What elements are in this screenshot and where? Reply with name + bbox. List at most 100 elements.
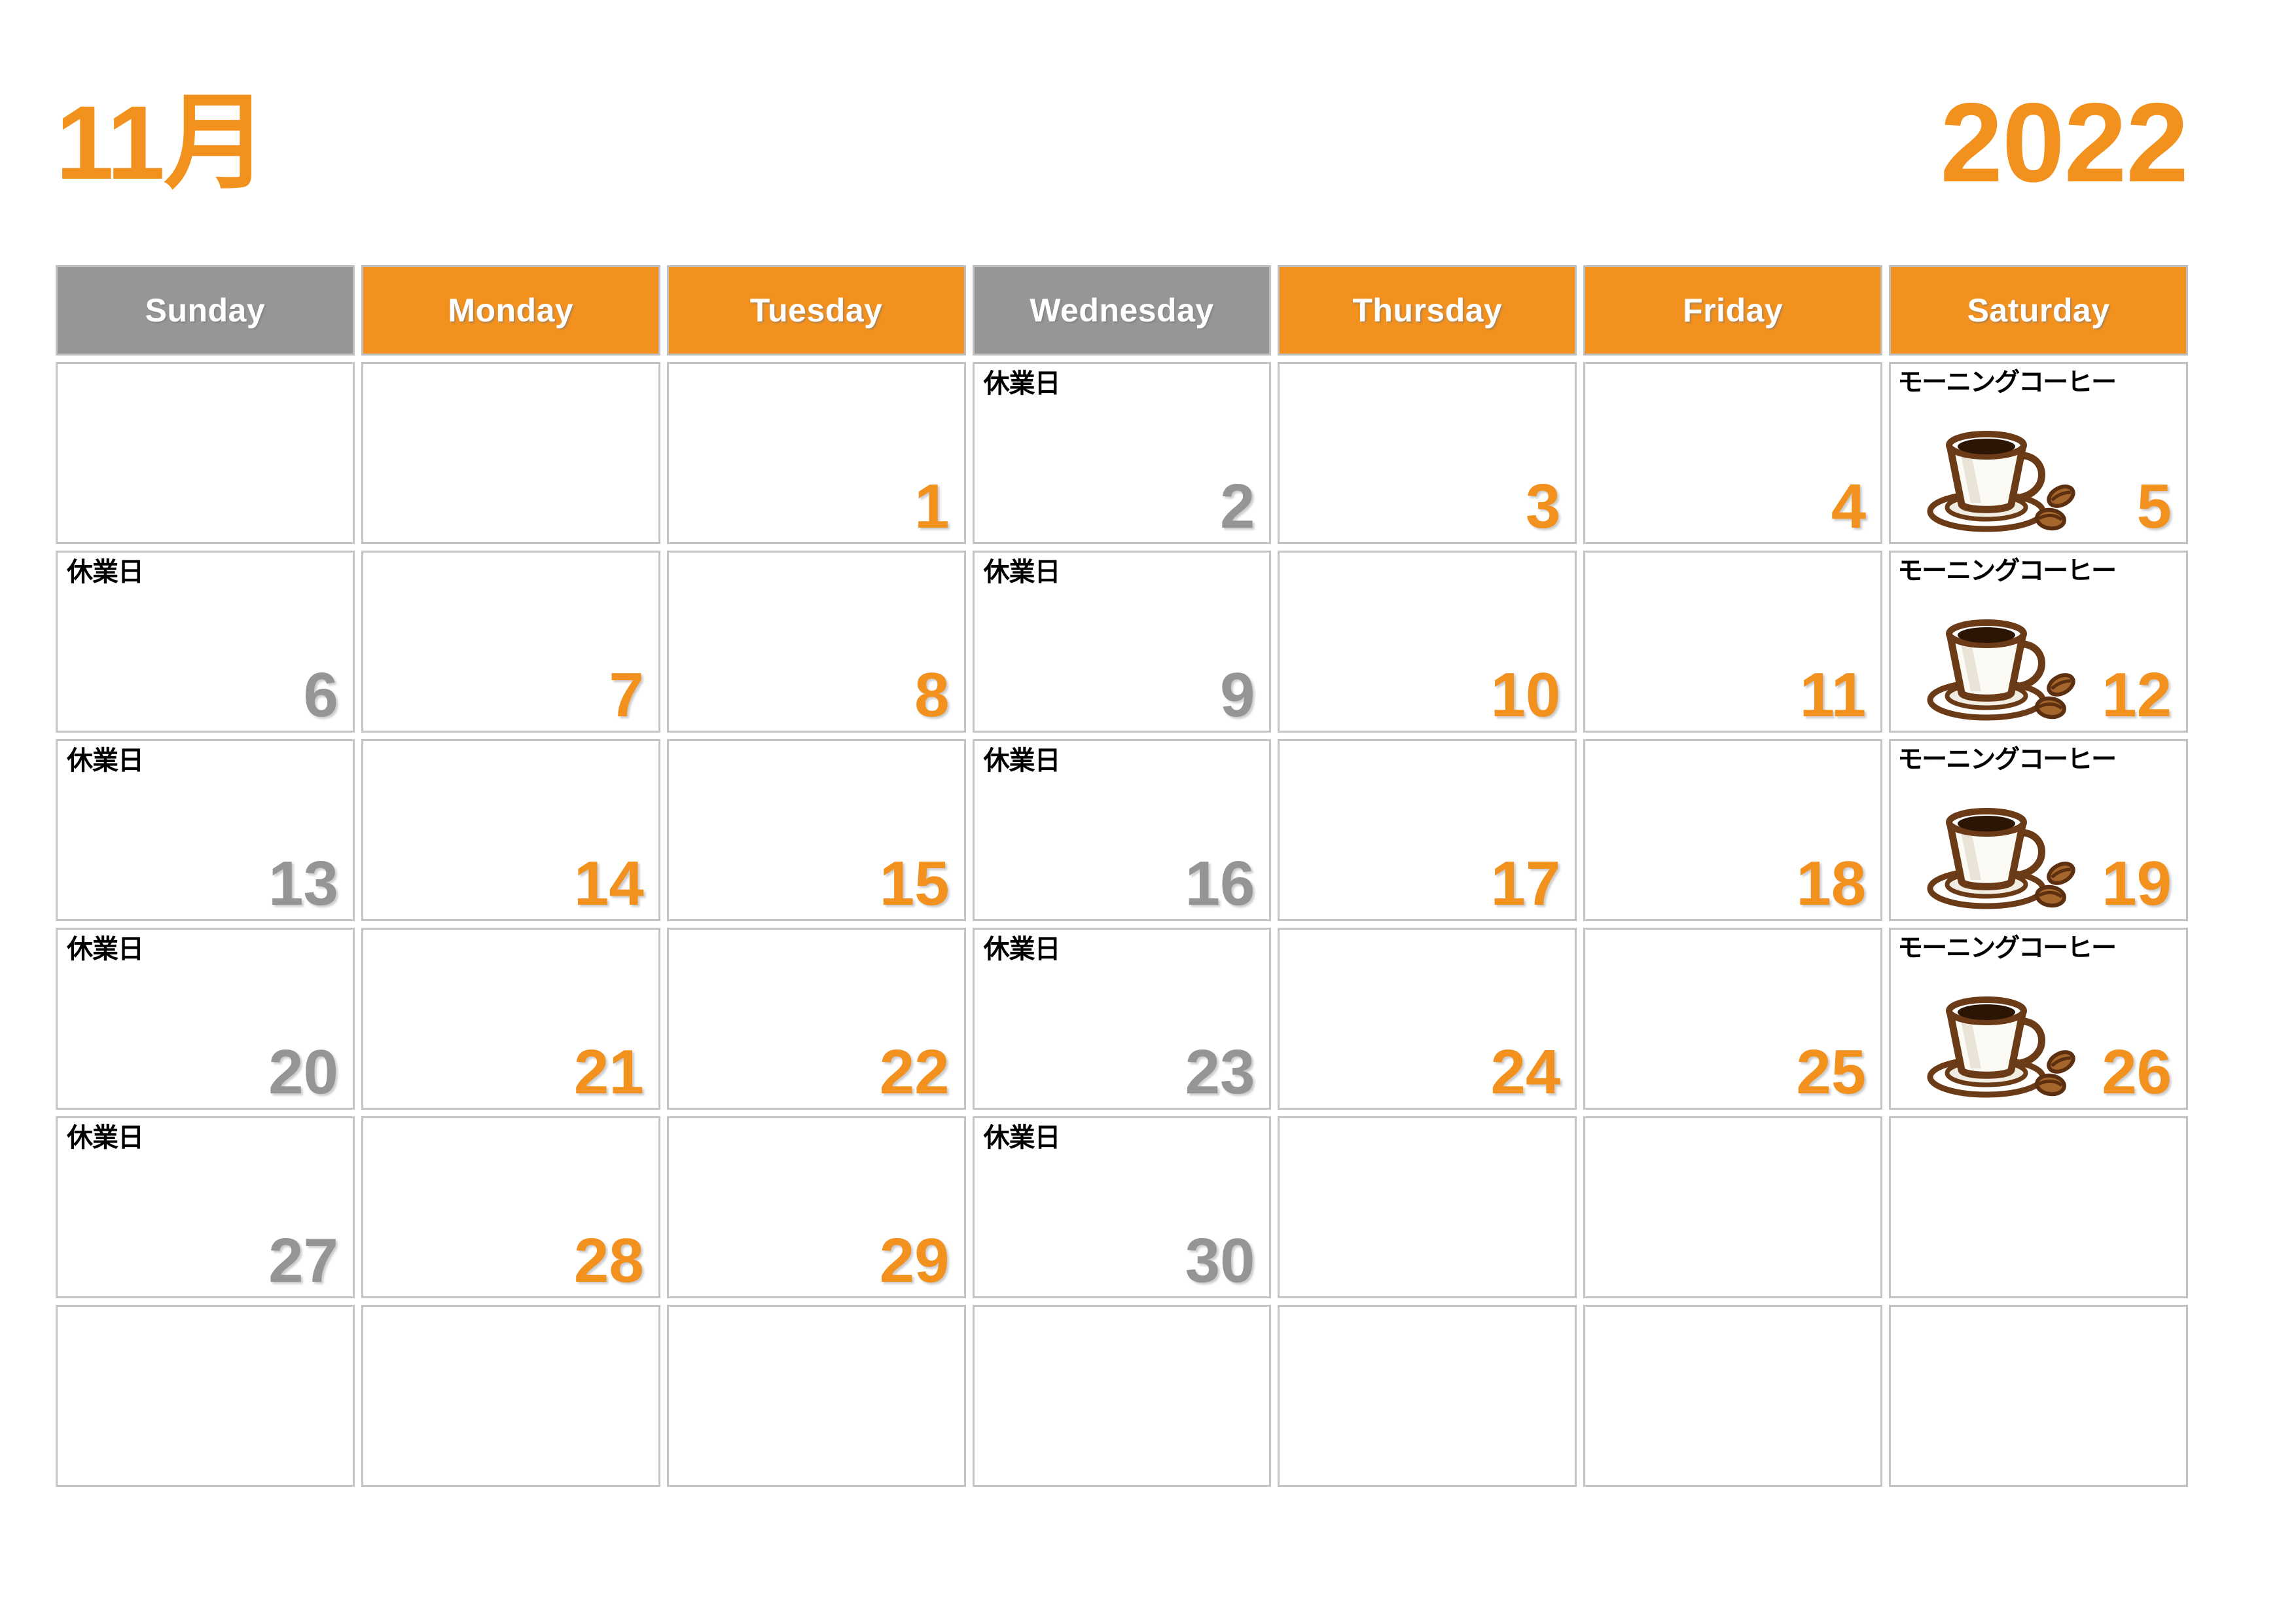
day-number: 21 xyxy=(573,1037,644,1107)
day-cell-7[interactable]: 7 xyxy=(361,551,660,733)
day-number: 23 xyxy=(1185,1037,1255,1107)
event-note-closed: 休業日 xyxy=(983,369,1061,398)
weekday-header-monday: Monday xyxy=(361,265,660,356)
day-cell-11[interactable]: 11 xyxy=(1583,551,1883,733)
day-cell-27[interactable]: 休業日 27 xyxy=(56,1116,355,1298)
day-cell-6[interactable]: 休業日 6 xyxy=(56,551,355,733)
day-number: 22 xyxy=(879,1037,950,1107)
event-note-closed: 休業日 xyxy=(67,1123,144,1152)
day-cell-empty[interactable] xyxy=(1583,1116,1883,1298)
day-number: 10 xyxy=(1490,660,1561,730)
day-number: 20 xyxy=(268,1037,338,1107)
event-note-morning-coffee: モーニングコーヒー xyxy=(1897,934,2117,962)
day-cell-empty[interactable] xyxy=(1278,1116,1577,1298)
day-cell-26[interactable]: モーニングコーヒー 26 xyxy=(1889,928,2188,1110)
day-number: 9 xyxy=(1220,660,1255,730)
weekday-header-friday: Friday xyxy=(1583,265,1883,356)
event-note-morning-coffee: モーニングコーヒー xyxy=(1897,746,2117,774)
calendar-grid: Sunday Monday Tuesday Wednesday Thursday Frid… xyxy=(56,265,2188,1487)
day-number: 18 xyxy=(1796,848,1867,919)
day-cell-18[interactable]: 18 xyxy=(1583,739,1883,921)
day-cell-14[interactable]: 14 xyxy=(361,739,660,921)
day-cell-empty[interactable] xyxy=(1889,1305,2188,1487)
day-number: 24 xyxy=(1490,1037,1561,1107)
day-cell-empty[interactable] xyxy=(666,1305,966,1487)
day-number: 8 xyxy=(914,660,950,730)
day-number: 13 xyxy=(268,848,338,919)
day-number: 4 xyxy=(1831,471,1867,541)
weekday-header-tuesday: Tuesday xyxy=(666,265,966,356)
day-number: 7 xyxy=(609,660,644,730)
calendar-title-bar: 11月 2022 xyxy=(56,77,2189,208)
day-number: 3 xyxy=(1525,471,1561,541)
event-note-morning-coffee: モーニングコーヒー xyxy=(1897,557,2117,585)
event-note-closed: 休業日 xyxy=(67,558,144,587)
event-note-closed: 休業日 xyxy=(983,746,1061,775)
day-cell-13[interactable]: 休業日 13 xyxy=(56,739,355,921)
event-note-closed: 休業日 xyxy=(983,1123,1061,1152)
day-cell-19[interactable]: モーニングコーヒー 19 xyxy=(1889,739,2188,921)
day-cell-empty[interactable] xyxy=(1583,1305,1883,1487)
day-number: 29 xyxy=(879,1226,950,1296)
event-note-closed: 休業日 xyxy=(67,746,144,775)
coffee-cup-icon xyxy=(1921,970,2085,1101)
month-title: 11月 xyxy=(56,84,268,201)
day-cell-empty[interactable] xyxy=(361,362,660,544)
day-cell-3[interactable]: 3 xyxy=(1278,362,1577,544)
day-number: 12 xyxy=(2102,660,2172,730)
day-cell-16[interactable]: 休業日 16 xyxy=(972,739,1272,921)
day-cell-20[interactable]: 休業日 20 xyxy=(56,928,355,1110)
day-cell-empty[interactable] xyxy=(56,362,355,544)
day-cell-29[interactable]: 29 xyxy=(666,1116,966,1298)
coffee-cup-icon xyxy=(1921,405,2085,536)
day-cell-28[interactable]: 28 xyxy=(361,1116,660,1298)
weekday-header-wednesday: Wednesday xyxy=(972,265,1272,356)
year-title: 2022 xyxy=(1940,80,2189,206)
day-number: 14 xyxy=(573,848,644,919)
coffee-cup-icon xyxy=(1921,782,2085,913)
weekday-header-thursday: Thursday xyxy=(1278,265,1577,356)
day-number: 25 xyxy=(1796,1037,1867,1107)
day-cell-empty[interactable] xyxy=(1278,1305,1577,1487)
day-number: 1 xyxy=(914,471,950,541)
day-number: 5 xyxy=(2136,471,2172,541)
day-cell-24[interactable]: 24 xyxy=(1278,928,1577,1110)
day-number: 11 xyxy=(1799,660,1867,730)
day-cell-empty[interactable] xyxy=(56,1305,355,1487)
day-cell-15[interactable]: 15 xyxy=(666,739,966,921)
day-number: 19 xyxy=(2102,848,2172,919)
day-cell-1[interactable]: 1 xyxy=(666,362,966,544)
day-number: 17 xyxy=(1490,848,1561,919)
day-cell-17[interactable]: 17 xyxy=(1278,739,1577,921)
event-note-closed: 休業日 xyxy=(983,558,1061,587)
coffee-cup-icon xyxy=(1921,593,2085,724)
day-cell-4[interactable]: 4 xyxy=(1583,362,1883,544)
day-number: 30 xyxy=(1185,1226,1255,1296)
day-cell-21[interactable]: 21 xyxy=(361,928,660,1110)
weekday-header-saturday: Saturday xyxy=(1889,265,2188,356)
day-number: 28 xyxy=(573,1226,644,1296)
day-number: 27 xyxy=(268,1226,338,1296)
day-cell-8[interactable]: 8 xyxy=(666,551,966,733)
day-number: 6 xyxy=(303,660,338,730)
day-cell-23[interactable]: 休業日 23 xyxy=(972,928,1272,1110)
day-cell-30[interactable]: 休業日 30 xyxy=(972,1116,1272,1298)
day-cell-12[interactable]: モーニングコーヒー 12 xyxy=(1889,551,2188,733)
day-cell-9[interactable]: 休業日 9 xyxy=(972,551,1272,733)
day-cell-5[interactable]: モーニングコーヒー 5 xyxy=(1889,362,2188,544)
event-note-morning-coffee: モーニングコーヒー xyxy=(1897,369,2117,397)
day-cell-2[interactable]: 休業日 2 xyxy=(972,362,1272,544)
day-cell-empty[interactable] xyxy=(361,1305,660,1487)
day-cell-empty[interactable] xyxy=(972,1305,1272,1487)
event-note-closed: 休業日 xyxy=(983,935,1061,964)
day-cell-empty[interactable] xyxy=(1889,1116,2188,1298)
day-number: 2 xyxy=(1220,471,1255,541)
day-cell-10[interactable]: 10 xyxy=(1278,551,1577,733)
day-cell-25[interactable]: 25 xyxy=(1583,928,1883,1110)
event-note-closed: 休業日 xyxy=(67,935,144,964)
day-cell-22[interactable]: 22 xyxy=(666,928,966,1110)
day-number: 15 xyxy=(879,848,950,919)
day-number: 16 xyxy=(1185,848,1255,919)
weekday-header-sunday: Sunday xyxy=(56,265,355,356)
calendar-page: 11月 2022 Sunday Monday Tuesday Wednesday Thu… xyxy=(0,0,2296,1623)
